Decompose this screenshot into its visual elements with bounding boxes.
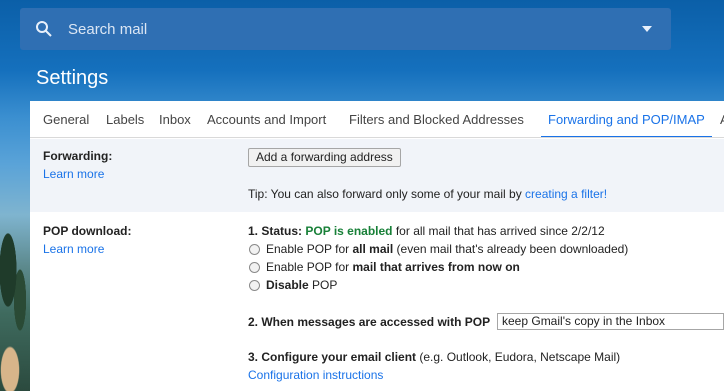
option-text-post: (even mail that's already been downloade… bbox=[393, 242, 629, 256]
forwarding-tip: Tip: You can also forward only some of y… bbox=[248, 187, 607, 201]
chevron-down-icon[interactable] bbox=[623, 8, 671, 50]
pop-disable-radio[interactable] bbox=[249, 280, 260, 291]
creating-filter-link[interactable]: creating a filter! bbox=[525, 187, 607, 201]
pop-learn-more-link[interactable]: Learn more bbox=[43, 242, 104, 256]
configuration-instructions-link[interactable]: Configuration instructions bbox=[248, 368, 383, 382]
settings-tabs: General Labels Inbox Accounts and Import… bbox=[30, 101, 724, 138]
pop-status-suffix: for all mail that has arrived since 2/2/… bbox=[392, 224, 605, 238]
pop-status-value: POP is enabled bbox=[305, 224, 393, 238]
background-scenery bbox=[0, 150, 30, 391]
option-text-bold: all mail bbox=[352, 242, 394, 256]
configure-client-hint: (e.g. Outlook, Eudora, Netscape Mail) bbox=[416, 350, 621, 364]
search-bar[interactable] bbox=[20, 8, 671, 50]
when-accessed-select[interactable]: keep Gmail's copy in the Inbox bbox=[497, 313, 724, 330]
tab-filters-and-blocked-addresses[interactable]: Filters and Blocked Addresses bbox=[349, 101, 524, 137]
add-forwarding-address-button[interactable]: Add a forwarding address bbox=[248, 148, 401, 167]
configure-client: 3. Configure your email client (e.g. Out… bbox=[248, 350, 620, 364]
forwarding-label: Forwarding: bbox=[43, 149, 113, 163]
pop-all-mail-radio[interactable] bbox=[249, 244, 260, 255]
pop-status: 1. Status: POP is enabled for all mail t… bbox=[248, 224, 605, 238]
pop-status-prefix: 1. Status: bbox=[248, 224, 306, 238]
when-accessed-label: 2. When messages are accessed with POP bbox=[248, 315, 491, 329]
option-text-bold: Disable bbox=[266, 278, 309, 292]
tab-advanced[interactable]: A bbox=[720, 101, 724, 137]
tab-accounts-and-import[interactable]: Accounts and Import bbox=[207, 101, 326, 137]
settings-panel: General Labels Inbox Accounts and Import… bbox=[30, 101, 724, 391]
option-text-bold: mail that arrives from now on bbox=[352, 260, 520, 274]
pop-option-all-mail: Enable POP for all mail (even mail that'… bbox=[266, 242, 628, 256]
pop-download-label: POP download: bbox=[43, 224, 132, 238]
pop-option-from-now: Enable POP for mail that arrives from no… bbox=[266, 260, 520, 274]
search-icon[interactable] bbox=[20, 8, 68, 50]
option-text-post: POP bbox=[308, 278, 338, 292]
forwarding-tip-text: Tip: You can also forward only some of y… bbox=[248, 187, 526, 201]
pop-option-disable: Disable POP bbox=[266, 278, 337, 292]
tab-forwarding-and-pop-imap[interactable]: Forwarding and POP/IMAP bbox=[541, 101, 712, 137]
tab-general[interactable]: General bbox=[43, 101, 89, 137]
configure-client-label: 3. Configure your email client bbox=[248, 350, 417, 364]
option-text-pre: Enable POP for bbox=[266, 260, 353, 274]
pop-from-now-radio[interactable] bbox=[249, 262, 260, 273]
forwarding-learn-more-link[interactable]: Learn more bbox=[43, 167, 104, 181]
tab-labels[interactable]: Labels bbox=[106, 101, 144, 137]
option-text-pre: Enable POP for bbox=[266, 242, 353, 256]
tab-inbox[interactable]: Inbox bbox=[159, 101, 191, 137]
search-input[interactable] bbox=[68, 20, 623, 38]
page-title: Settings bbox=[36, 67, 109, 89]
